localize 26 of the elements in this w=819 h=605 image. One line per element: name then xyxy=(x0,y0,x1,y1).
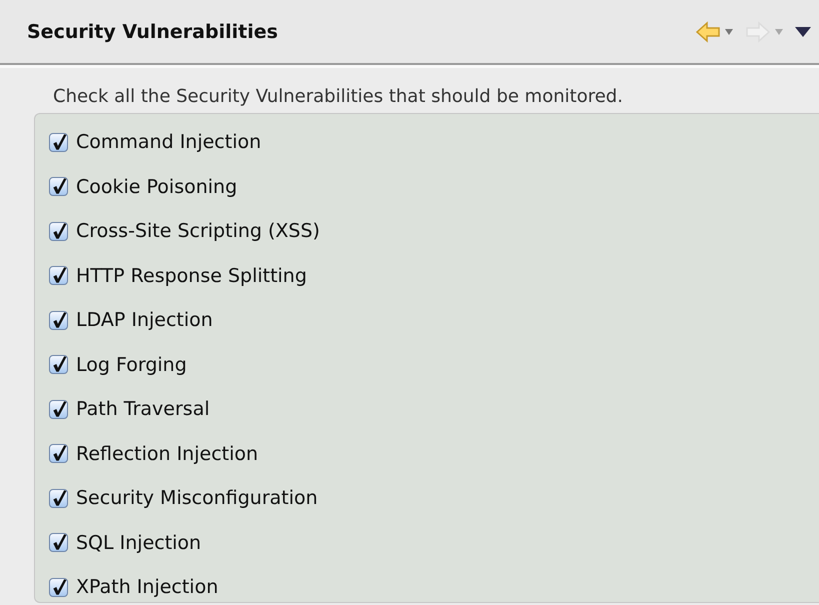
checkbox[interactable] xyxy=(49,488,68,508)
checkbox-label: Reflection Injection xyxy=(76,442,258,465)
checkbox-label: Path Traversal xyxy=(76,398,210,420)
checkbox[interactable] xyxy=(49,177,68,196)
checkbox-label: Command Injection xyxy=(76,131,262,154)
dropdown-caret-icon[interactable] xyxy=(725,28,733,34)
checkbox[interactable] xyxy=(49,310,68,330)
checkbox-label: HTTP Response Splitting xyxy=(76,264,307,287)
checkbox-label: SQL Injection xyxy=(76,532,202,554)
checkbox[interactable] xyxy=(49,400,68,419)
checkbox-label: Cookie Poisoning xyxy=(76,176,238,198)
checkbox[interactable] xyxy=(49,132,68,152)
checkbox[interactable] xyxy=(49,222,68,241)
checkbox-label: XPath Injection xyxy=(76,576,218,598)
checkbox-label: Cross-Site Scripting (XSS) xyxy=(76,220,320,242)
checkbox-label: Security Misconfiguration xyxy=(76,487,318,510)
view-title: Security Vulnerabilities xyxy=(27,20,279,42)
checkbox-label: LDAP Injection xyxy=(76,309,213,332)
instruction-text: Check all the Security Vulnerabilities that should be monitored. xyxy=(53,85,624,109)
checkbox[interactable] xyxy=(49,578,68,597)
checkbox[interactable] xyxy=(49,266,68,286)
checkbox[interactable] xyxy=(49,444,68,464)
checkbox[interactable] xyxy=(49,355,68,374)
view-menu-icon[interactable] xyxy=(795,26,811,36)
checkbox[interactable] xyxy=(49,533,68,552)
checkbox-label: Log Forging xyxy=(76,354,187,376)
